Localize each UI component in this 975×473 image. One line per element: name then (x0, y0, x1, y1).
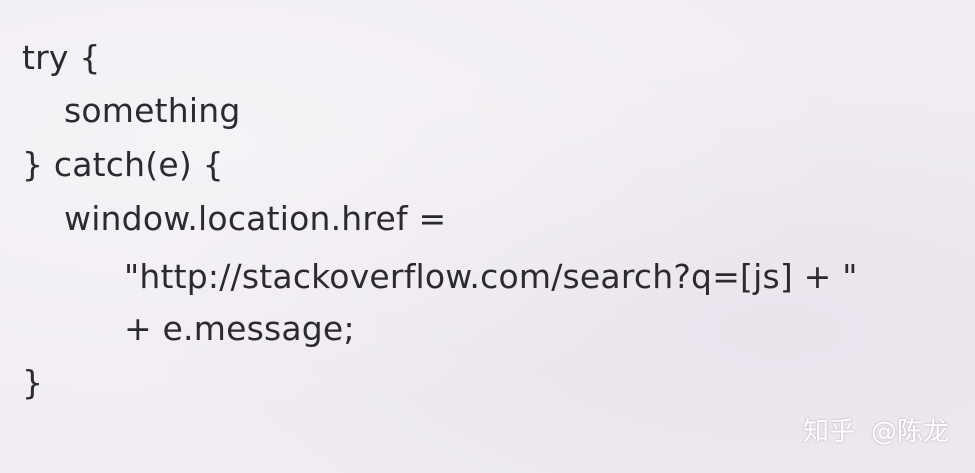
watermark-author: @陈龙 (870, 417, 949, 447)
code-line-location-href: window.location.href = (64, 199, 447, 238)
code-line-try: try { (22, 38, 101, 77)
watermark-site: 知乎 (802, 417, 855, 447)
watermark: 知乎 @陈龙 (803, 415, 949, 449)
code-line-something: something (64, 91, 241, 130)
code-line-search-url: "http://stackoverflow.com/search?q=[js] … (124, 257, 858, 296)
photo-background: try { something } catch(e) { window.loca… (0, 0, 975, 473)
code-line-error-message: + e.message; (124, 309, 355, 348)
code-line-closing-brace: } (22, 363, 44, 402)
code-line-catch: } catch(e) { (22, 145, 224, 184)
